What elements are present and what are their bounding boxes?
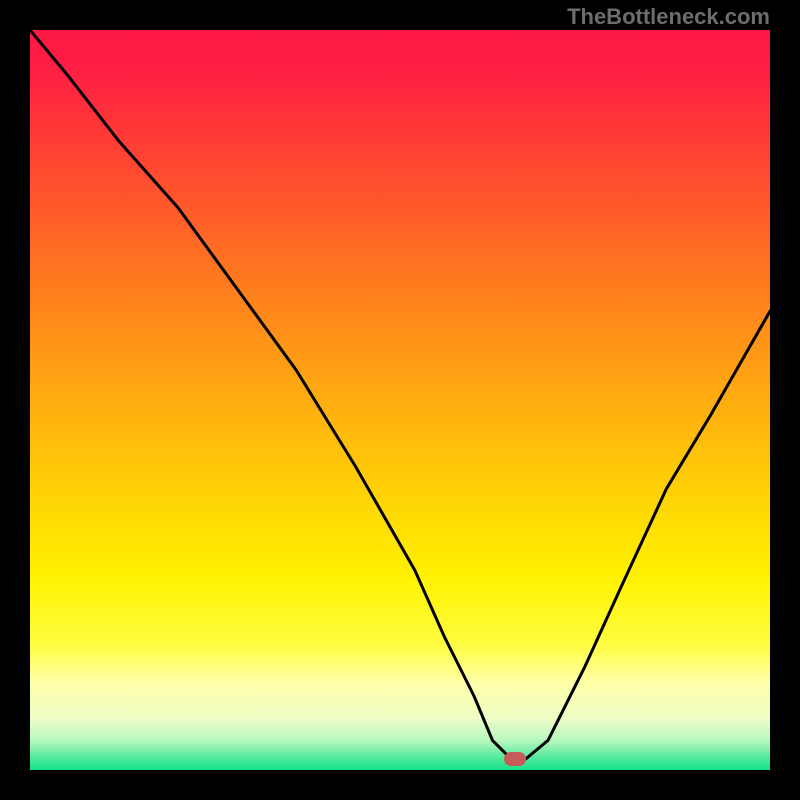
bottleneck-curve (30, 30, 770, 759)
watermark-text: TheBottleneck.com (567, 4, 770, 30)
curve-layer (30, 30, 770, 770)
chart-frame: TheBottleneck.com (0, 0, 800, 800)
plot-area (30, 30, 770, 770)
